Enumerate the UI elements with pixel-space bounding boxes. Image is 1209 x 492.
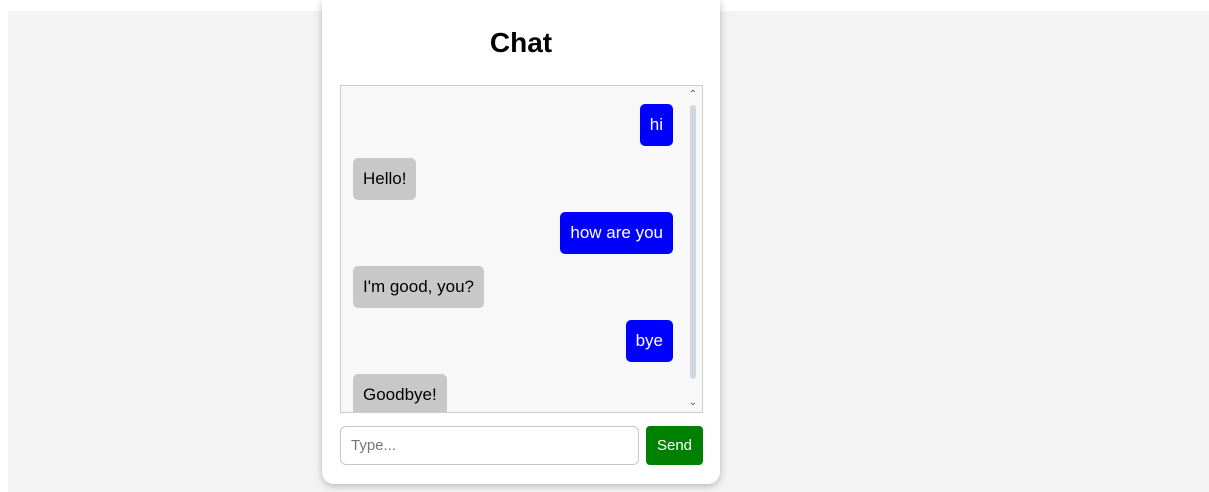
- user-message-bubble: hi: [639, 104, 673, 146]
- send-button[interactable]: Send: [646, 426, 703, 465]
- message-row: bye: [353, 320, 673, 362]
- scrollbar-thumb[interactable]: [690, 105, 696, 379]
- message-row: Goodbye!: [353, 374, 673, 412]
- chevron-down-icon[interactable]: ⌄: [685, 397, 701, 409]
- chat-panel: Chat hi Hello! how are you I'm good, you…: [322, 0, 720, 484]
- user-message-bubble: bye: [625, 320, 673, 362]
- chat-title: Chat: [489, 27, 553, 58]
- message-list-inner: hi Hello! how are you I'm good, you? bye…: [353, 104, 673, 412]
- message-input[interactable]: [340, 426, 639, 465]
- bot-message-bubble: Hello!: [353, 158, 417, 200]
- message-row: Hello!: [353, 158, 673, 200]
- message-row: hi: [353, 104, 673, 146]
- message-list[interactable]: hi Hello! how are you I'm good, you? bye…: [340, 85, 703, 413]
- message-list-scrollbar[interactable]: ⌃ ⌄: [685, 87, 701, 411]
- bot-message-bubble: Goodbye!: [353, 374, 447, 412]
- message-row: I'm good, you?: [353, 266, 673, 308]
- user-message-bubble: how are you: [560, 212, 673, 254]
- chevron-up-icon[interactable]: ⌃: [685, 89, 701, 101]
- message-row: how are you: [353, 212, 673, 254]
- composer: Send: [340, 426, 703, 466]
- bot-message-bubble: I'm good, you?: [353, 266, 484, 308]
